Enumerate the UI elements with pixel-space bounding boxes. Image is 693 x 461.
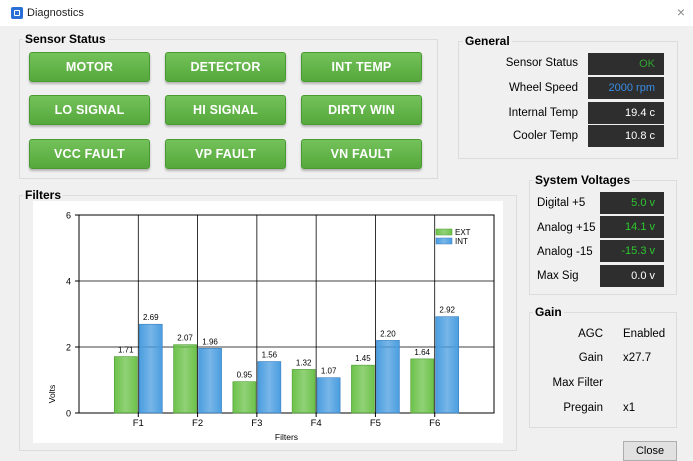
max-sig-value: 0.0 v	[600, 265, 664, 287]
vcc-fault-status-button[interactable]: VCC FAULT	[29, 139, 150, 169]
int-temp-status-button[interactable]: INT TEMP	[301, 52, 422, 82]
legend-swatch-ext	[435, 228, 453, 236]
agc-value: Enabled	[623, 328, 666, 340]
analog-minus15-value: -15.3 v	[600, 240, 664, 262]
y-tick-label: 6	[66, 211, 71, 221]
pregain-value: x1	[623, 402, 636, 414]
wheel-speed-label: Wheel Speed	[508, 82, 578, 94]
window-close-icon[interactable]: ×	[677, 4, 685, 20]
gain-label: Gain	[578, 352, 603, 364]
close-button[interactable]: Close	[623, 441, 677, 461]
bar-int-f3	[257, 361, 282, 414]
bar-int-f1	[138, 323, 163, 414]
motor-status-button[interactable]: MOTOR	[29, 52, 150, 82]
y-axis-title: Volts	[47, 385, 57, 403]
bar-value-label: 1.96	[202, 337, 218, 346]
cooler-temp-label: Cooler Temp	[513, 130, 578, 142]
x-tick-label: F2	[192, 418, 203, 429]
wheel-speed-value: 2000 rpm	[588, 77, 664, 99]
internal-temp-label: Internal Temp	[508, 107, 578, 119]
bar-int-f2	[198, 348, 222, 414]
gain-value: x27.7	[623, 352, 652, 364]
bar-int-f4	[316, 377, 341, 414]
internal-temp-value: 19.4 c	[588, 102, 664, 124]
legend-swatch-int	[435, 237, 453, 245]
x-tick-label: F6	[429, 418, 440, 429]
hi-signal-status-button[interactable]: HI SIGNAL	[165, 95, 286, 125]
gain-title: Gain	[533, 305, 564, 319]
window-title: Diagnostics	[27, 7, 84, 19]
sensor-status-title: Sensor Status	[23, 32, 108, 46]
legend-label-ext: EXT	[455, 228, 471, 237]
max-sig-label: Max Sig	[537, 270, 579, 282]
dirty-win-status-button[interactable]: DIRTY WIN	[301, 95, 422, 125]
agc-label: AGC	[578, 328, 603, 340]
filters-chart: 0 2 4 6 F1 1.71 2.69 F2 2.07 1.96 F3 0.95 1.56 F4 1.32…	[33, 201, 503, 443]
x-axis-title: Filters	[275, 432, 298, 442]
bar-value-label: 1.07	[321, 367, 337, 376]
bar-ext-f2	[173, 344, 197, 414]
filters-title: Filters	[23, 188, 64, 202]
y-tick-label: 0	[66, 409, 71, 419]
digital-5-label: Digital +5	[537, 197, 586, 209]
system-voltages-title: System Voltages	[533, 173, 633, 187]
sensor-status-label: Sensor Status	[505, 57, 578, 69]
bar-value-label: 2.92	[439, 306, 455, 315]
app-icon	[11, 7, 23, 19]
analog-minus15-label: Analog -15	[537, 246, 593, 258]
general-title: General	[463, 34, 512, 48]
bar-value-label: 1.64	[414, 348, 430, 357]
x-tick-label: F4	[311, 418, 322, 429]
bar-ext-f6	[410, 358, 435, 414]
lo-signal-status-button[interactable]: LO SIGNAL	[29, 95, 150, 125]
bar-value-label: 2.20	[380, 329, 396, 338]
digital-5-value: 5.0 v	[600, 192, 664, 214]
x-tick-label: F3	[251, 418, 262, 429]
x-tick-label: F5	[370, 418, 381, 429]
detector-status-button[interactable]: DETECTOR	[165, 52, 286, 82]
bar-value-label: 1.32	[296, 358, 312, 367]
analog-plus15-value: 14.1 v	[600, 216, 664, 238]
y-tick-label: 2	[66, 343, 71, 353]
bar-value-label: 2.07	[177, 334, 193, 343]
x-tick-label: F1	[133, 418, 144, 429]
max-filter-label: Max Filter	[552, 377, 603, 389]
bar-value-label: 2.69	[143, 313, 159, 322]
bar-value-label: 1.71	[118, 346, 134, 355]
bar-ext-f1	[113, 356, 138, 414]
legend-label-int: INT	[455, 237, 468, 246]
bar-value-label: 1.56	[262, 351, 278, 360]
sensor-status-value: OK	[588, 53, 664, 75]
vn-fault-status-button[interactable]: VN FAULT	[301, 139, 422, 169]
bar-value-label: 0.95	[237, 371, 253, 380]
analog-plus15-label: Analog +15	[537, 222, 596, 234]
bar-ext-f5	[351, 364, 375, 414]
y-tick-label: 4	[66, 277, 71, 287]
cooler-temp-value: 10.8 c	[588, 125, 664, 147]
bar-int-f6	[435, 316, 460, 414]
vp-fault-status-button[interactable]: VP FAULT	[165, 139, 286, 169]
title-bar: Diagnostics ×	[0, 0, 693, 26]
pregain-label: Pregain	[563, 402, 603, 414]
bar-ext-f3	[232, 381, 257, 414]
bar-int-f5	[376, 340, 400, 414]
bar-ext-f4	[291, 369, 316, 414]
bar-value-label: 1.45	[355, 354, 371, 363]
